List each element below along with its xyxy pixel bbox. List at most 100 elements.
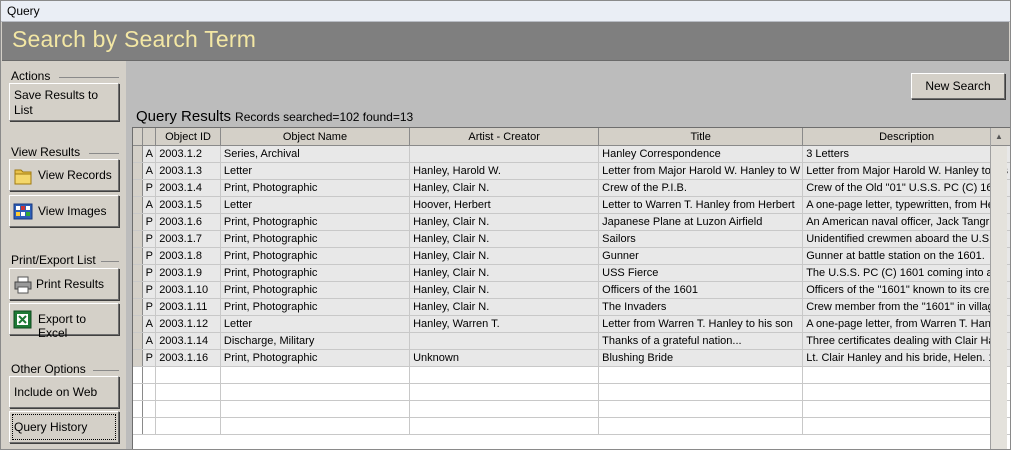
- view-records-button[interactable]: View Records: [9, 159, 119, 191]
- title-cell[interactable]: Letter from Major Harold W. Hanley to W: [598, 162, 804, 180]
- title-cell[interactable]: The Invaders: [598, 298, 804, 316]
- title-cell[interactable]: Blushing Bride: [598, 349, 804, 367]
- object-id-cell[interactable]: 2003.1.8: [155, 247, 221, 265]
- description-cell[interactable]: An American naval officer, Jack Tangr: [802, 213, 1010, 231]
- row-type-cell[interactable]: A: [142, 196, 157, 214]
- description-cell[interactable]: Lt. Clair Hanley and his bride, Helen. 1…: [802, 349, 1010, 367]
- description-cell[interactable]: Officers of the "1601" known to its cre: [802, 281, 1010, 299]
- object-id-cell[interactable]: 2003.1.7: [155, 230, 221, 248]
- object-id-cell[interactable]: 2003.1.11: [155, 298, 221, 316]
- table-row[interactable]: P 2003.1.9 Print, Photographic Hanley, Clai…: [133, 264, 1010, 282]
- table-row[interactable]: P 2003.1.16 Print, Photographic Unknown Blus…: [133, 349, 1010, 367]
- row-selector[interactable]: [133, 281, 144, 299]
- description-cell[interactable]: A one-page letter, typewritten, from Her…: [802, 196, 1010, 214]
- row-type-cell[interactable]: P: [142, 247, 157, 265]
- row-selector[interactable]: [133, 298, 144, 316]
- object-name-cell[interactable]: Print, Photographic: [220, 349, 411, 367]
- table-row[interactable]: A 2003.1.3 Letter Hanley, Harold W. Letter f…: [133, 162, 1010, 180]
- object-name-cell[interactable]: Print, Photographic: [220, 298, 411, 316]
- row-selector[interactable]: [133, 349, 144, 367]
- row-type-cell[interactable]: P: [142, 349, 157, 367]
- table-row[interactable]: A 2003.1.2 Series, Archival Hanley Correspo…: [133, 145, 1010, 163]
- row-type-cell[interactable]: P: [142, 264, 157, 282]
- description-cell[interactable]: Three certificates dealing with Clair Ha: [802, 332, 1010, 350]
- type-column-header[interactable]: [142, 128, 157, 146]
- title-cell[interactable]: Thanks of a grateful nation...: [598, 332, 804, 350]
- new-search-button[interactable]: New Search: [911, 73, 1005, 99]
- artist-creator-cell[interactable]: Hanley, Clair N.: [409, 179, 600, 197]
- table-row[interactable]: P 2003.1.11 Print, Photographic Hanley, Cla…: [133, 298, 1010, 316]
- description-cell[interactable]: Crew of the Old "01" U.S.S. PC (C) 1601: [802, 179, 1010, 197]
- row-selector[interactable]: [133, 332, 144, 350]
- table-row[interactable]: P 2003.1.4 Print, Photographic Hanley, Clai…: [133, 179, 1010, 197]
- description-cell[interactable]: A one-page letter, from Warren T. Hanl: [802, 315, 1010, 333]
- row-type-cell[interactable]: P: [142, 298, 157, 316]
- title-cell[interactable]: Officers of the 1601: [598, 281, 804, 299]
- artist-creator-cell[interactable]: Hoover, Herbert: [409, 196, 600, 214]
- object-id-cell[interactable]: 2003.1.5: [155, 196, 221, 214]
- object-id-cell[interactable]: 2003.1.6: [155, 213, 221, 231]
- artist-creator-column-header[interactable]: Artist - Creator: [409, 128, 600, 146]
- object-name-cell[interactable]: Print, Photographic: [220, 281, 411, 299]
- description-cell[interactable]: Crew member from the "1601" in village: [802, 298, 1010, 316]
- row-selector[interactable]: [133, 264, 144, 282]
- export-excel-button[interactable]: Export to Excel: [9, 303, 119, 340]
- row-type-cell[interactable]: A: [142, 145, 157, 163]
- title-cell[interactable]: Letter from Warren T. Hanley to his son: [598, 315, 804, 333]
- artist-creator-cell[interactable]: [409, 332, 600, 350]
- object-name-cell[interactable]: Letter: [220, 196, 411, 214]
- artist-creator-cell[interactable]: Hanley, Clair N.: [409, 247, 600, 265]
- artist-creator-cell[interactable]: Hanley, Clair N.: [409, 281, 600, 299]
- query-history-button[interactable]: Query History: [9, 411, 119, 443]
- object-id-cell[interactable]: 2003.1.2: [155, 145, 221, 163]
- artist-creator-cell[interactable]: Hanley, Warren T.: [409, 315, 600, 333]
- object-name-cell[interactable]: Print, Photographic: [220, 179, 411, 197]
- row-selector[interactable]: [133, 179, 144, 197]
- row-type-cell[interactable]: A: [142, 162, 157, 180]
- title-cell[interactable]: Japanese Plane at Luzon Airfield: [598, 213, 804, 231]
- row-selector[interactable]: [133, 162, 144, 180]
- artist-creator-cell[interactable]: Hanley, Clair N.: [409, 298, 600, 316]
- artist-creator-cell[interactable]: [409, 145, 600, 163]
- object-name-cell[interactable]: Print, Photographic: [220, 230, 411, 248]
- include-on-web-button[interactable]: Include on Web: [9, 376, 119, 408]
- artist-creator-cell[interactable]: Hanley, Clair N.: [409, 230, 600, 248]
- table-row[interactable]: P 2003.1.7 Print, Photographic Hanley, Clai…: [133, 230, 1010, 248]
- row-selector[interactable]: [133, 315, 144, 333]
- object-name-cell[interactable]: Letter: [220, 162, 411, 180]
- table-row[interactable]: A 2003.1.12 Letter Hanley, Warren T. Letter …: [133, 315, 1010, 333]
- artist-creator-cell[interactable]: Hanley, Harold W.: [409, 162, 600, 180]
- row-selector[interactable]: [133, 196, 144, 214]
- object-name-column-header[interactable]: Object Name: [220, 128, 411, 146]
- row-type-cell[interactable]: P: [142, 179, 157, 197]
- object-id-cell[interactable]: 2003.1.4: [155, 179, 221, 197]
- table-row[interactable]: P 2003.1.6 Print, Photographic Hanley, Clai…: [133, 213, 1010, 231]
- artist-creator-cell[interactable]: Unknown: [409, 349, 600, 367]
- table-row[interactable]: P 2003.1.10 Print, Photographic Hanley, Cla…: [133, 281, 1010, 299]
- object-id-cell[interactable]: 2003.1.16: [155, 349, 221, 367]
- row-selector[interactable]: [133, 247, 144, 265]
- description-cell[interactable]: Letter from Major Harold W. Hanley to hi…: [802, 162, 1010, 180]
- row-type-cell[interactable]: A: [142, 332, 157, 350]
- title-cell[interactable]: Sailors: [598, 230, 804, 248]
- save-results-button[interactable]: Save Results to List: [9, 83, 119, 121]
- row-selector[interactable]: [133, 230, 144, 248]
- scroll-up-arrow-icon[interactable]: ▲: [991, 128, 1007, 146]
- object-id-cell[interactable]: 2003.1.3: [155, 162, 221, 180]
- object-name-cell[interactable]: Print, Photographic: [220, 247, 411, 265]
- title-cell[interactable]: Gunner: [598, 247, 804, 265]
- artist-creator-cell[interactable]: Hanley, Clair N.: [409, 264, 600, 282]
- row-type-cell[interactable]: A: [142, 315, 157, 333]
- title-column-header[interactable]: Title: [598, 128, 804, 146]
- title-cell[interactable]: Crew of the P.I.B.: [598, 179, 804, 197]
- object-name-cell[interactable]: Letter: [220, 315, 411, 333]
- description-column-header[interactable]: Description: [802, 128, 1010, 146]
- description-cell[interactable]: 3 Letters: [802, 145, 1010, 163]
- row-type-cell[interactable]: P: [142, 213, 157, 231]
- view-images-button[interactable]: View Images: [9, 195, 119, 227]
- object-id-cell[interactable]: 2003.1.10: [155, 281, 221, 299]
- title-cell[interactable]: USS Fierce: [598, 264, 804, 282]
- row-selector[interactable]: [133, 145, 144, 163]
- vertical-scrollbar[interactable]: ▲: [990, 128, 1007, 449]
- object-name-cell[interactable]: Print, Photographic: [220, 264, 411, 282]
